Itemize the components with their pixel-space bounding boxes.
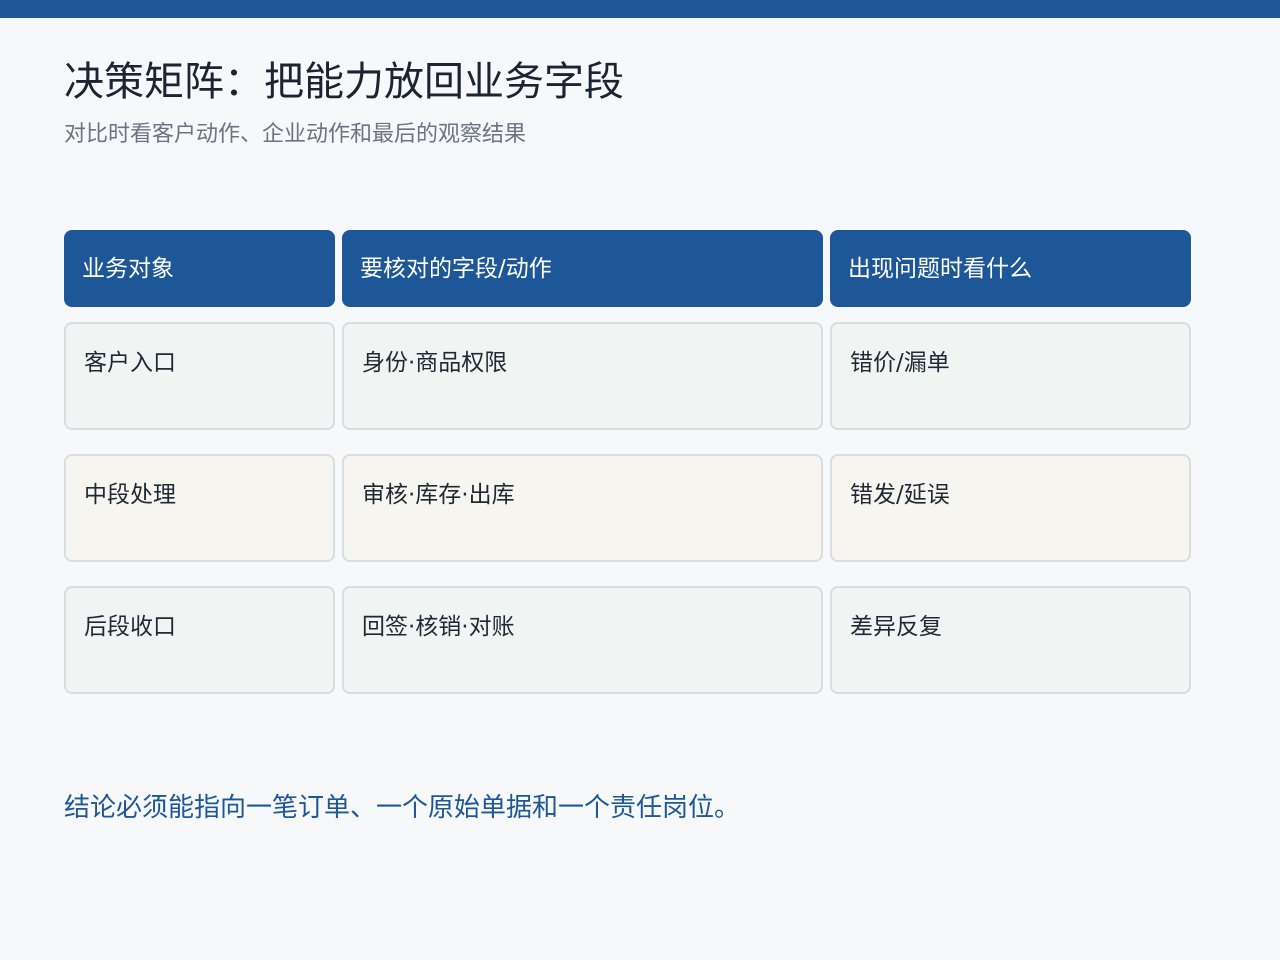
matrix-cell-symptoms: 差异反复: [830, 586, 1191, 694]
page-title: 决策矩阵：把能力放回业务字段: [64, 59, 624, 105]
column-header-object: 业务对象: [64, 230, 335, 307]
column-header-fields: 要核对的字段/动作: [342, 230, 823, 307]
matrix-cell-object: 客户入口: [64, 322, 335, 430]
matrix-cell-symptoms: 错发/延误: [830, 454, 1191, 562]
matrix-cell-object: 中段处理: [64, 454, 335, 562]
matrix-cell-object: 后段收口: [64, 586, 335, 694]
top-accent-bar: [0, 0, 1280, 18]
conclusion-text: 结论必须能指向一笔订单、一个原始单据和一个责任岗位。: [64, 793, 741, 823]
matrix-cell-fields: 审核·库存·出库: [342, 454, 823, 562]
matrix-cell-fields: 回签·核销·对账: [342, 586, 823, 694]
page-subtitle: 对比时看客户动作、企业动作和最后的观察结果: [64, 122, 527, 147]
matrix-cell-symptoms: 错价/漏单: [830, 322, 1191, 430]
matrix-cell-fields: 身份·商品权限: [342, 322, 823, 430]
column-header-symptoms: 出现问题时看什么: [830, 230, 1191, 307]
